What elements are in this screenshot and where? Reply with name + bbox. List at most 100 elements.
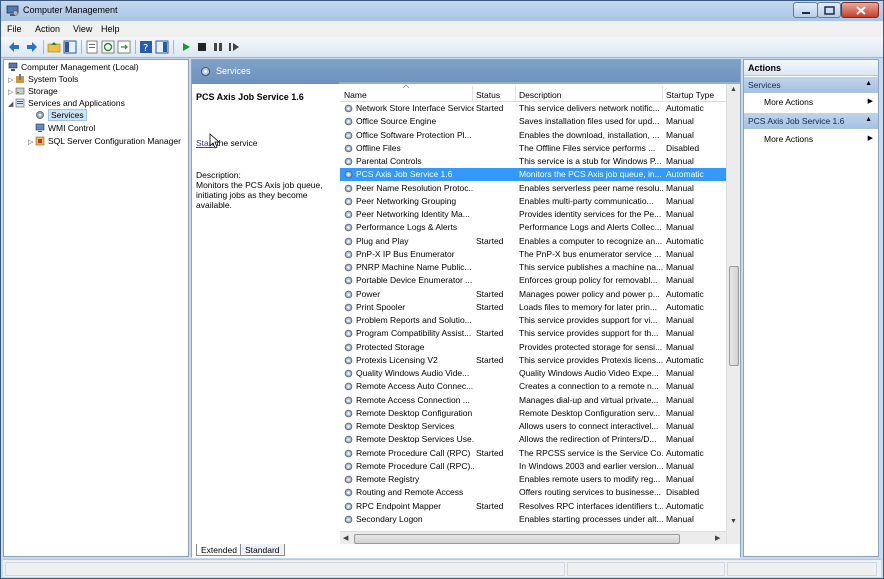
collapse-icon[interactable]: ◢ <box>8 100 15 108</box>
service-description: Enforces group policy for removabl... <box>519 275 658 286</box>
tree-item-computer-management[interactable]: Computer Management (Local) <box>8 62 139 74</box>
scroll-up-icon[interactable]: ▲ <box>730 86 737 93</box>
horizontal-scrollbar[interactable]: ◀ ▶ <box>340 531 726 545</box>
restart-service-icon[interactable] <box>227 40 241 54</box>
vertical-scrollbar[interactable]: ▲ ▼ <box>726 84 740 544</box>
service-row[interactable]: Program Compatibility Assist... Started Th… <box>340 327 726 340</box>
service-startup-type: Manual <box>666 341 694 352</box>
column-separator[interactable] <box>662 86 663 101</box>
service-startup-type: Automatic <box>666 288 704 299</box>
service-gear-icon <box>344 515 353 524</box>
pause-service-icon[interactable] <box>211 40 225 54</box>
service-row[interactable]: Problem Reports and Solutio... This servi… <box>340 314 726 327</box>
service-row[interactable]: Power Started Manages power policy and pow… <box>340 288 726 301</box>
service-row[interactable]: Office Source Engine Saves installation f… <box>340 115 726 128</box>
column-header-status[interactable]: Status <box>476 90 500 100</box>
more-actions-selected-service[interactable]: More Actions ▶ <box>744 132 878 146</box>
column-separator[interactable] <box>472 86 473 101</box>
service-row[interactable]: Secondary Logon Enables starting processe… <box>340 513 726 526</box>
tree-item-system-tools[interactable]: ▷ System Tools <box>8 74 78 86</box>
properties-icon[interactable] <box>85 40 99 54</box>
service-name: Remote Desktop Configuration <box>356 407 473 418</box>
more-actions-services[interactable]: More Actions ▶ <box>744 95 878 109</box>
actions-section-services[interactable]: Services ▲ <box>744 77 878 93</box>
menu-view[interactable]: View <box>73 24 92 34</box>
service-row[interactable]: Performance Logs & Alerts Performance Log… <box>340 221 726 234</box>
actions-section-selected-service[interactable]: PCS Axis Job Service 1.6 ▲ <box>744 113 878 129</box>
tree-item-sql-server-configuration-manager[interactable]: ▷ SQL Server Configuration Manager <box>28 136 181 148</box>
expand-icon[interactable]: ▷ <box>8 76 15 84</box>
column-header-description[interactable]: Description <box>519 90 562 100</box>
vertical-scroll-thumb[interactable] <box>729 266 739 366</box>
service-name: Offline Files <box>356 142 401 153</box>
help-icon[interactable]: ? <box>139 40 153 54</box>
service-row[interactable]: Remote Desktop Services Use... Allows the… <box>340 433 726 446</box>
expand-icon[interactable]: ▷ <box>8 88 15 96</box>
tab-extended[interactable]: Extended <box>196 544 242 556</box>
menu-file[interactable]: File <box>7 24 22 34</box>
scroll-down-icon[interactable]: ▼ <box>730 518 737 525</box>
maximize-button[interactable] <box>817 2 841 18</box>
title-bar[interactable]: Computer Management <box>1 1 883 21</box>
tab-standard[interactable]: Standard <box>240 544 285 556</box>
service-row[interactable]: PCS Axis Job Service 1.6 Monitors the PCS… <box>340 168 726 182</box>
service-row[interactable]: Routing and Remote Access Offers routing … <box>340 486 726 499</box>
service-row[interactable]: Peer Networking Grouping Enables multi-pa… <box>340 195 726 208</box>
service-row[interactable]: Remote Registry Enables remote users to m… <box>340 473 726 486</box>
service-row[interactable]: Parental Controls This service is a stub … <box>340 155 726 168</box>
service-row[interactable]: Remote Desktop Configuration Remote Deskt… <box>340 407 726 420</box>
service-row[interactable]: Network Store Interface Service Started Th… <box>340 102 726 115</box>
service-row[interactable]: Peer Name Resolution Protoc... Enables se… <box>340 182 726 195</box>
service-row[interactable]: Protected Storage Provides protected stor… <box>340 341 726 354</box>
column-header-name[interactable]: Name <box>344 90 367 100</box>
service-row[interactable]: Remote Procedure Call (RPC) Started The RP… <box>340 447 726 460</box>
service-row[interactable]: Plug and Play Started Enables a computer t… <box>340 235 726 248</box>
service-row[interactable]: Print Spooler Started Loads files to memor… <box>340 301 726 314</box>
export-list-icon[interactable] <box>117 40 131 54</box>
collapse-caret-icon[interactable]: ▲ <box>865 80 872 87</box>
service-name: Peer Networking Identity Ma... <box>356 209 470 219</box>
scroll-right-icon[interactable]: ▶ <box>715 534 720 542</box>
refresh-icon[interactable] <box>101 40 115 54</box>
service-row[interactable]: Office Software Protection Pl... Enables … <box>340 129 726 142</box>
up-folder-icon[interactable] <box>47 40 61 54</box>
back-icon[interactable] <box>7 40 21 54</box>
show-hide-action-pane-icon[interactable] <box>155 40 169 54</box>
service-description: Offers routing services to businesse... <box>519 487 662 498</box>
service-row[interactable]: Remote Desktop Services Allows users to c… <box>340 420 726 433</box>
horizontal-scroll-thumb[interactable] <box>354 534 680 544</box>
stop-service-icon[interactable] <box>195 40 209 54</box>
service-row[interactable]: Protexis Licensing V2 Started This service… <box>340 354 726 367</box>
menu-help[interactable]: Help <box>101 24 120 34</box>
scroll-left-icon[interactable]: ◀ <box>343 534 348 542</box>
menu-action[interactable]: Action <box>35 24 60 34</box>
service-gear-icon <box>344 250 353 259</box>
service-row[interactable]: Quality Windows Audio Vide... Quality Win… <box>340 367 726 380</box>
service-gear-icon <box>344 170 353 179</box>
service-description: The Offline Files service performs ... <box>519 142 656 153</box>
service-row[interactable]: PNRP Machine Name Public... This service … <box>340 261 726 274</box>
minimize-button[interactable] <box>793 2 818 18</box>
column-separator[interactable] <box>515 86 516 101</box>
tree-item-storage[interactable]: ▷ Storage <box>8 86 58 98</box>
close-button[interactable] <box>841 2 879 18</box>
expand-icon[interactable]: ▷ <box>28 138 35 146</box>
service-row[interactable]: Peer Networking Identity Ma... Provides i… <box>340 208 726 221</box>
tree-item-wmi-control[interactable]: WMI Control <box>35 123 95 135</box>
service-startup-type: Manual <box>666 381 694 392</box>
service-gear-icon <box>344 104 353 113</box>
service-row[interactable]: Offline Files The Offline Files service p… <box>340 142 726 155</box>
service-row[interactable]: PnP-X IP Bus Enumerator The PnP-X bus enu… <box>340 248 726 261</box>
start-service-icon[interactable] <box>179 40 193 54</box>
service-row[interactable]: Portable Device Enumerator ... Enforces g… <box>340 274 726 287</box>
service-row[interactable]: Remote Procedure Call (RPC)... In Windows… <box>340 460 726 473</box>
column-header-startup-type[interactable]: Startup Type <box>666 90 714 100</box>
collapse-caret-icon[interactable]: ▲ <box>865 116 872 123</box>
show-hide-tree-icon[interactable] <box>63 40 77 54</box>
forward-icon[interactable] <box>25 40 39 54</box>
tree-item-services[interactable]: Services <box>35 109 87 122</box>
service-row[interactable]: Remote Access Connection ... Manages dial… <box>340 394 726 407</box>
service-row[interactable]: RPC Endpoint Mapper Started Resolves RPC i… <box>340 500 726 513</box>
service-row[interactable]: Remote Access Auto Connec... Creates a co… <box>340 380 726 393</box>
service-gear-icon <box>344 329 353 338</box>
